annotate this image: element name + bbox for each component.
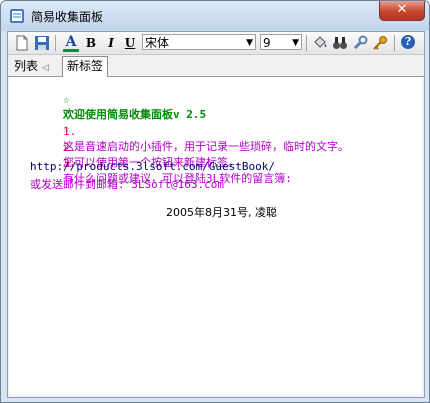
paint-bucket-icon[interactable] (312, 35, 328, 51)
scroll-left-icon[interactable]: ◁ (42, 63, 49, 73)
close-button[interactable]: ✕ (379, 1, 425, 21)
app-icon (10, 9, 24, 23)
toolbar-separator (394, 35, 395, 51)
key-icon[interactable] (372, 35, 388, 51)
bold-button[interactable]: B (83, 35, 99, 51)
email-line: 或发送邮件到邮箱: 3LSoft@163.com (30, 178, 224, 191)
guestbook-url[interactable]: http://products.3lsoft.com/GuestBook/ (30, 160, 275, 173)
toolbar-separator (55, 35, 56, 51)
tab-list-label: 列表 (14, 59, 39, 73)
font-name-select[interactable]: 宋体 ▼ (142, 34, 256, 50)
tab-new-label: 新标签 (67, 59, 104, 73)
star-icon: ☆ (62, 93, 70, 106)
font-name-value: 宋体 (145, 36, 170, 50)
wrench-icon[interactable] (352, 35, 368, 51)
font-color-icon[interactable]: A (63, 35, 79, 52)
main-frame: A B I U 宋体 ▼ 9 ▼ ? 列表 ◁ 新标签 ☆ 欢迎使用简易收集面板… (7, 31, 425, 398)
tab-list[interactable]: 列表 ◁ (10, 57, 53, 75)
italic-button[interactable]: I (103, 35, 119, 51)
tab-new[interactable]: 新标签 (62, 56, 109, 77)
new-note-icon[interactable] (14, 35, 30, 51)
tab-bar: 列表 ◁ 新标签 (8, 55, 424, 77)
app-window: 简易收集面板 ✕ A B I U 宋体 ▼ 9 ▼ ? 列表 ◁ 新标签 ☆ 欢… (0, 0, 430, 403)
font-size-value: 9 (263, 36, 271, 50)
note-editor[interactable]: ☆ 欢迎使用简易收集面板v 2.5 ☆ 1. 这是音速启动的小插件，用于记录一些… (9, 77, 422, 395)
font-size-select[interactable]: 9 ▼ (260, 34, 302, 50)
underline-button[interactable]: U (122, 35, 138, 51)
chevron-down-icon: ▼ (292, 38, 299, 48)
find-binoculars-icon[interactable] (332, 35, 348, 51)
help-icon[interactable]: ? (401, 35, 415, 49)
chevron-down-icon: ▼ (246, 38, 253, 48)
toolbar-separator (306, 35, 307, 51)
window-title: 简易收集面板 (31, 10, 104, 24)
save-icon[interactable] (34, 35, 50, 51)
toolbar: A B I U 宋体 ▼ 9 ▼ ? (8, 32, 424, 55)
title-bar[interactable]: 简易收集面板 ✕ (1, 1, 429, 31)
signature: 2005年8月31号, 凌聪 (166, 206, 277, 219)
close-icon: ✕ (396, 2, 408, 17)
